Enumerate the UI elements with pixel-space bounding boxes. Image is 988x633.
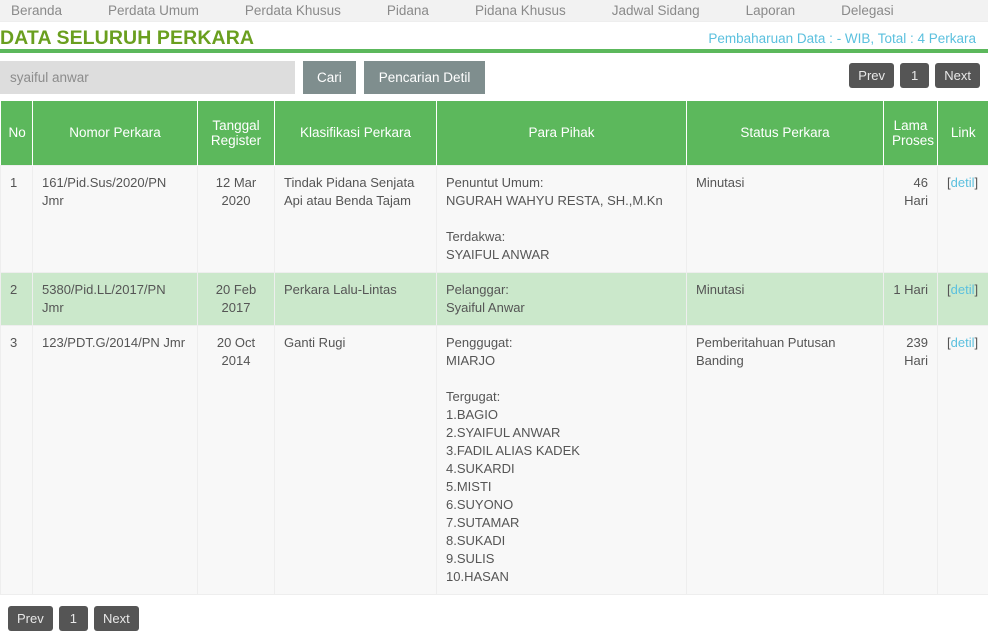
party-name-1: Syaiful Anwar <box>446 299 525 315</box>
search-button[interactable]: Cari <box>303 60 356 94</box>
cell-klasifikasi: Ganti Rugi <box>274 324 437 595</box>
cell-lama-proses: 1 Hari <box>883 271 938 326</box>
party-role-2: Terdakwa: <box>446 228 506 244</box>
table-row: 2 5380/Pid.LL/2017/PN Jmr 20 Feb 2017 Pe… <box>0 271 988 326</box>
col-header-tanggal: Tanggal Register <box>197 101 275 165</box>
nav-delegasi[interactable]: Delegasi <box>841 0 894 22</box>
detail-link[interactable]: detil <box>951 282 975 297</box>
cell-link: [detil] <box>937 271 988 326</box>
table-row: 3 123/PDT.G/2014/PN Jmr 20 Oct 2014 Gant… <box>0 324 988 595</box>
cell-status: Minutasi <box>686 164 884 273</box>
detail-link[interactable]: detil <box>951 175 975 190</box>
party-name-2: SYAIFUL ANWAR <box>446 246 550 262</box>
prev-page-button-top[interactable]: Prev <box>849 63 895 88</box>
cell-klasifikasi: Tindak Pidana Senjata Api atau Benda Taj… <box>274 164 437 273</box>
party-spacer <box>446 210 677 228</box>
page-title: DATA SELURUH PERKARA <box>0 27 255 49</box>
cell-para-pihak: Penuntut Umum: NGURAH WAHYU RESTA, SH.,M… <box>436 164 687 273</box>
cell-para-pihak: Pelanggar: Syaiful Anwar <box>436 271 687 326</box>
cell-tanggal: 20 Feb 2017 <box>197 271 275 326</box>
party-role-2: Tergugat: <box>446 388 501 404</box>
cell-nomor: 123/PDT.G/2014/PN Jmr <box>32 324 198 595</box>
cell-nomor: 161/Pid.Sus/2020/PN Jmr <box>32 164 198 273</box>
cell-status: Minutasi <box>686 271 884 326</box>
next-page-button-bottom[interactable]: Next <box>93 605 139 631</box>
party-role-1: Pelanggar: <box>446 281 509 297</box>
cell-para-pihak: Penggugat: MIARJO Tergugat: 1.BAGIO 2.SY… <box>436 324 687 595</box>
cell-klasifikasi: Perkara Lalu-Lintas <box>274 271 437 326</box>
nav-laporan[interactable]: Laporan <box>746 0 796 22</box>
cell-nomor: 5380/Pid.LL/2017/PN Jmr <box>32 271 198 326</box>
next-page-button-top[interactable]: Next <box>935 63 980 88</box>
col-header-no: No <box>0 101 33 165</box>
party-spacer <box>446 370 677 388</box>
col-header-link: Link <box>937 101 988 165</box>
table-body: 1 161/Pid.Sus/2020/PN Jmr 12 Mar 2020 Ti… <box>0 164 988 595</box>
prev-page-button-bottom[interactable]: Prev <box>8 605 53 631</box>
cell-no: 3 <box>0 324 33 595</box>
top-navigation: Beranda Perdata Umum Perdata Khusus Pida… <box>0 0 988 22</box>
bracket-close: ] <box>974 174 979 190</box>
cell-lama-proses: 239 Hari <box>883 324 938 595</box>
cell-no: 1 <box>0 164 33 273</box>
cases-table: No Nomor Perkara Tanggal Register Klasif… <box>0 101 988 595</box>
page-number-button-top[interactable]: 1 <box>900 63 930 88</box>
party-role-1: Penuntut Umum: <box>446 174 544 190</box>
bracket-close: ] <box>974 334 979 350</box>
table-row: 1 161/Pid.Sus/2020/PN Jmr 12 Mar 2020 Ti… <box>0 164 988 273</box>
cell-tanggal: 12 Mar 2020 <box>197 164 275 273</box>
party-name-2: 1.BAGIO 2.SYAIFUL ANWAR 3.FADIL ALIAS KA… <box>446 406 580 584</box>
cell-no: 2 <box>0 271 33 326</box>
pagination-top: Prev 1 Next <box>849 63 980 88</box>
pagination-bottom: Prev 1 Next <box>0 595 988 631</box>
col-header-klasifikasi: Klasifikasi Perkara <box>274 101 437 165</box>
col-header-status: Status Perkara <box>686 101 884 165</box>
search-input[interactable] <box>0 60 295 94</box>
bracket-close: ] <box>974 281 979 297</box>
nav-perdata-umum[interactable]: Perdata Umum <box>108 0 199 22</box>
nav-pidana-khusus[interactable]: Pidana Khusus <box>475 0 566 22</box>
search-toolbar: Cari Pencarian Detil Prev 1 Next <box>0 53 988 101</box>
party-role-1: Penggugat: <box>446 334 513 350</box>
cell-lama-proses: 46 Hari <box>883 164 938 273</box>
col-header-lama-proses: Lama Proses <box>883 101 938 165</box>
detail-link[interactable]: detil <box>951 335 975 350</box>
cell-status: Pemberitahuan Putusan Banding <box>686 324 884 595</box>
update-data-link[interactable]: Pembaharuan Data : - WIB, Total : 4 Perk… <box>708 26 978 52</box>
col-header-para-pihak: Para Pihak <box>436 101 687 165</box>
detailed-search-button[interactable]: Pencarian Detil <box>363 60 486 94</box>
cell-link: [detil] <box>937 324 988 595</box>
party-name-1: MIARJO <box>446 352 496 368</box>
table-header-row: No Nomor Perkara Tanggal Register Klasif… <box>0 101 988 165</box>
nav-beranda[interactable]: Beranda <box>11 0 62 22</box>
col-header-nomor: Nomor Perkara <box>32 101 198 165</box>
page-header: DATA SELURUH PERKARA Pembaharuan Data : … <box>0 22 988 49</box>
cell-tanggal: 20 Oct 2014 <box>197 324 275 595</box>
cell-link: [detil] <box>937 164 988 273</box>
table-header: No Nomor Perkara Tanggal Register Klasif… <box>0 101 988 165</box>
nav-jadwal-sidang[interactable]: Jadwal Sidang <box>612 0 700 22</box>
nav-perdata-khusus[interactable]: Perdata Khusus <box>245 0 341 22</box>
party-name-1: NGURAH WAHYU RESTA, SH.,M.Kn <box>446 192 663 208</box>
nav-pidana[interactable]: Pidana <box>387 0 429 22</box>
page-number-button-bottom[interactable]: 1 <box>58 605 88 631</box>
